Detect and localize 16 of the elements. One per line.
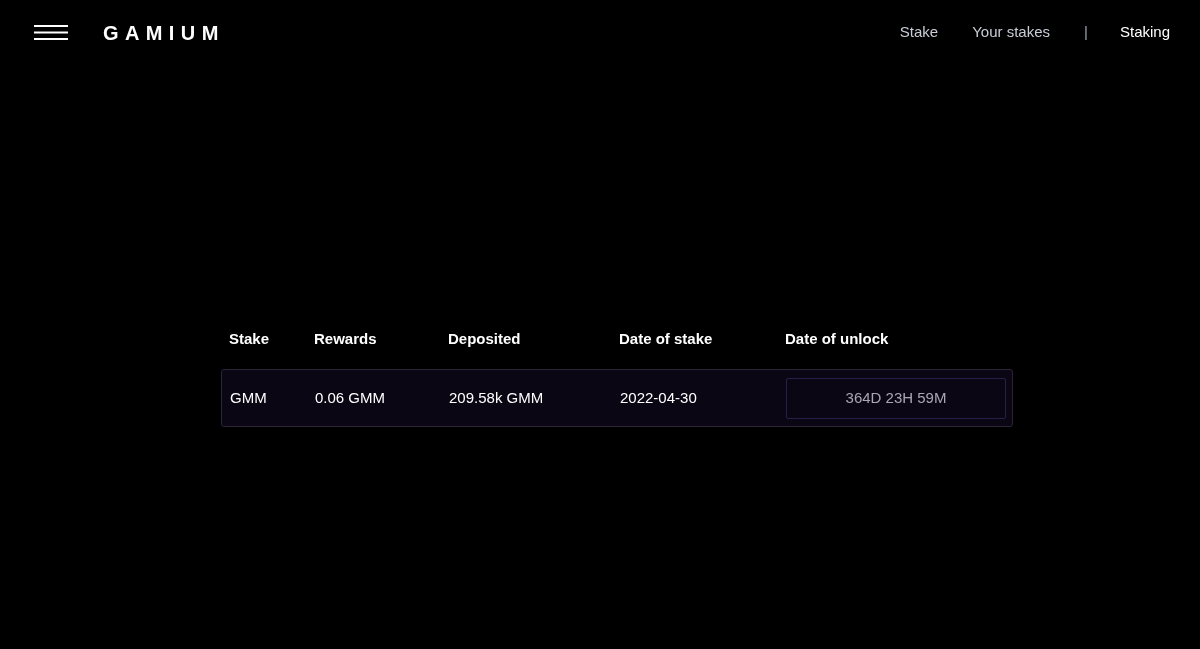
unlock-countdown: 364D 23H 59M (786, 377, 1006, 419)
column-header: Date of stake (619, 328, 714, 349)
table-cell-text: 0.06 GMM (315, 387, 387, 408)
table-cell-text: GMM (230, 387, 268, 408)
nav-link[interactable]: Stake (899, 21, 939, 44)
table-cell-text: 209.58k GMM (449, 387, 545, 408)
menu-icon[interactable] (34, 25, 68, 40)
logo[interactable]: GAMIUM (103, 22, 225, 43)
nav-link[interactable]: Staking (1119, 21, 1170, 44)
nav-link[interactable]: Your stakes (972, 21, 1051, 44)
table-cell-text: 2022-04-30 (620, 387, 698, 408)
column-header: Deposited (448, 328, 522, 349)
column-header: Date of unlock (785, 328, 890, 349)
column-header: Rewards (314, 328, 378, 349)
column-header: Stake (229, 328, 271, 349)
nav-separator: | (1084, 22, 1088, 43)
